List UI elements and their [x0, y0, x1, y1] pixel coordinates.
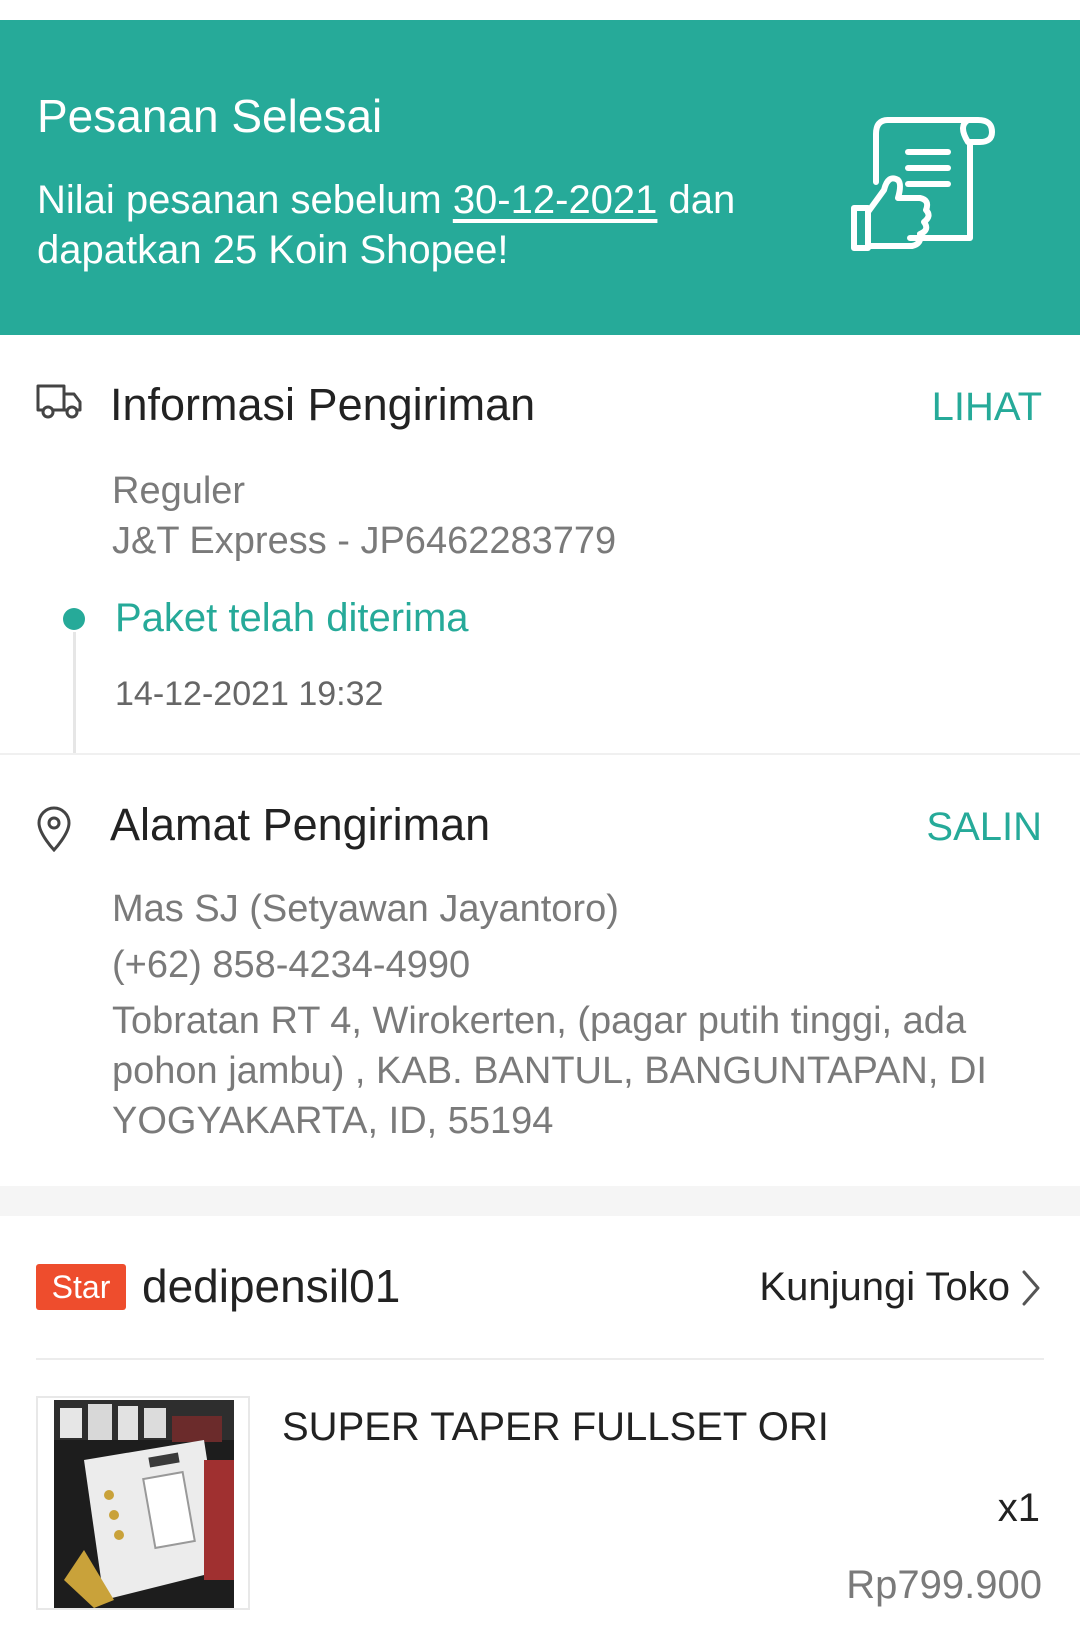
recipient-address: Tobratan RT 4, Wirokerten, (pagar putih …	[112, 1000, 987, 1142]
shop-divider	[36, 1358, 1044, 1360]
address-details: Mas SJ (Setyawan Jayantoro) (+62) 858-42…	[112, 884, 1052, 1146]
shipping-service: Reguler	[112, 470, 246, 512]
courier-tracking: J&T Express - JP6462283779	[112, 520, 617, 562]
tracking-time: 14-12-2021 19:32	[115, 675, 384, 713]
visit-shop-button[interactable]: Kunjungi Toko	[759, 1262, 1010, 1312]
rating-reminder-text: Nilai pesanan sebelum 30-12-2021 dan dap…	[37, 178, 736, 272]
chevron-right-icon[interactable]	[1018, 1268, 1044, 1308]
truck-icon	[36, 384, 82, 419]
star-seller-badge: Star	[36, 1264, 126, 1310]
recipient-name: Mas SJ (Setyawan Jayantoro)	[112, 888, 619, 930]
product-photo	[54, 1400, 234, 1608]
order-status-title: Pesanan Selesai	[37, 90, 383, 142]
shipping-info-title: Informasi Pengiriman	[110, 379, 536, 430]
shop-name[interactable]: dedipensil01	[142, 1258, 400, 1314]
receipt-thumbs-up-icon	[851, 117, 995, 251]
view-shipping-button[interactable]: LIHAT	[932, 382, 1042, 432]
timeline-line	[73, 632, 76, 754]
tracking-status[interactable]: Paket telah diterima	[115, 592, 469, 644]
product-name[interactable]: SUPER TAPER FULLSET ORI	[282, 1402, 829, 1452]
section-divider	[0, 753, 1080, 755]
rating-deadline: 30-12-2021	[452, 178, 658, 222]
recipient-phone: (+62) 858-4234-4990	[112, 944, 471, 986]
copy-address-button[interactable]: SALIN	[926, 802, 1042, 852]
top-spacer	[0, 0, 1080, 20]
product-box-illustration	[54, 1400, 234, 1608]
product-price: Rp799.900	[846, 1563, 1042, 1607]
timeline-dot	[63, 608, 85, 630]
product-image[interactable]	[36, 1396, 250, 1610]
shipping-address-title: Alamat Pengiriman	[110, 799, 491, 850]
product-quantity: x1	[997, 1486, 1040, 1530]
location-pin-icon	[37, 806, 71, 852]
order-status-banner: Pesanan Selesai Nilai pesanan sebelum 30…	[0, 20, 1080, 335]
section-gap	[0, 1186, 1080, 1216]
